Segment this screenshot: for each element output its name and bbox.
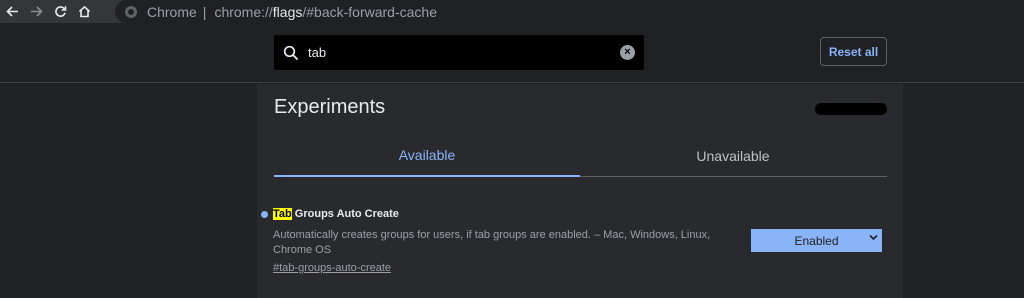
url-scheme: chrome:// [214, 3, 273, 20]
arrow-left-icon [5, 6, 18, 17]
tab-available[interactable]: Available [274, 135, 580, 177]
url-host: flags [272, 3, 303, 20]
selected-option: Enabled [794, 233, 839, 248]
flags-header: × Reset all [0, 23, 1024, 83]
experiment-item: Tab Groups Auto Create Automatically cre… [257, 206, 903, 286]
url-path: /#back-forward-cache [302, 3, 437, 20]
reset-all-button[interactable]: Reset all [820, 37, 887, 66]
site-label: Chrome [147, 3, 197, 20]
experiment-state-select[interactable]: Enabled [751, 229, 882, 252]
tab-bar: Available Unavailable [274, 135, 887, 177]
search-highlight: Tab [273, 208, 292, 220]
chrome-site-icon [125, 5, 137, 18]
experiment-description: Automatically creates groups for users, … [273, 229, 711, 256]
chevron-down-icon [869, 233, 878, 245]
arrow-right-icon [30, 6, 43, 17]
experiment-permalink[interactable]: #tab-groups-auto-create [273, 262, 391, 274]
experiment-title-text: Groups Auto Create [291, 208, 399, 220]
page-title: Experiments [274, 96, 386, 118]
redacted-version [815, 103, 887, 115]
reload-icon [54, 6, 66, 17]
experiments-panel: Experiments Available Unavailable Tab Gr… [257, 84, 903, 298]
home-icon [78, 5, 90, 18]
left-gutter [0, 84, 257, 298]
search-input[interactable] [308, 37, 598, 68]
home-button[interactable] [72, 0, 96, 23]
clear-search-icon[interactable]: × [620, 45, 635, 60]
browser-toolbar: Chrome | chrome://flags/#back-forward-ca… [0, 0, 1024, 23]
back-button[interactable] [0, 0, 24, 23]
forward-button[interactable] [24, 0, 48, 23]
right-gutter [903, 84, 1024, 298]
reload-button[interactable] [48, 0, 72, 23]
search-box: × [274, 35, 644, 70]
experiment-title: Tab Groups Auto Create [273, 208, 399, 220]
modified-indicator [261, 211, 268, 218]
tab-unavailable[interactable]: Unavailable [580, 135, 886, 177]
omnibox-separator: | [202, 3, 207, 20]
omnibox[interactable]: Chrome | chrome://flags/#back-forward-ca… [115, 0, 1024, 23]
search-icon [274, 35, 308, 70]
